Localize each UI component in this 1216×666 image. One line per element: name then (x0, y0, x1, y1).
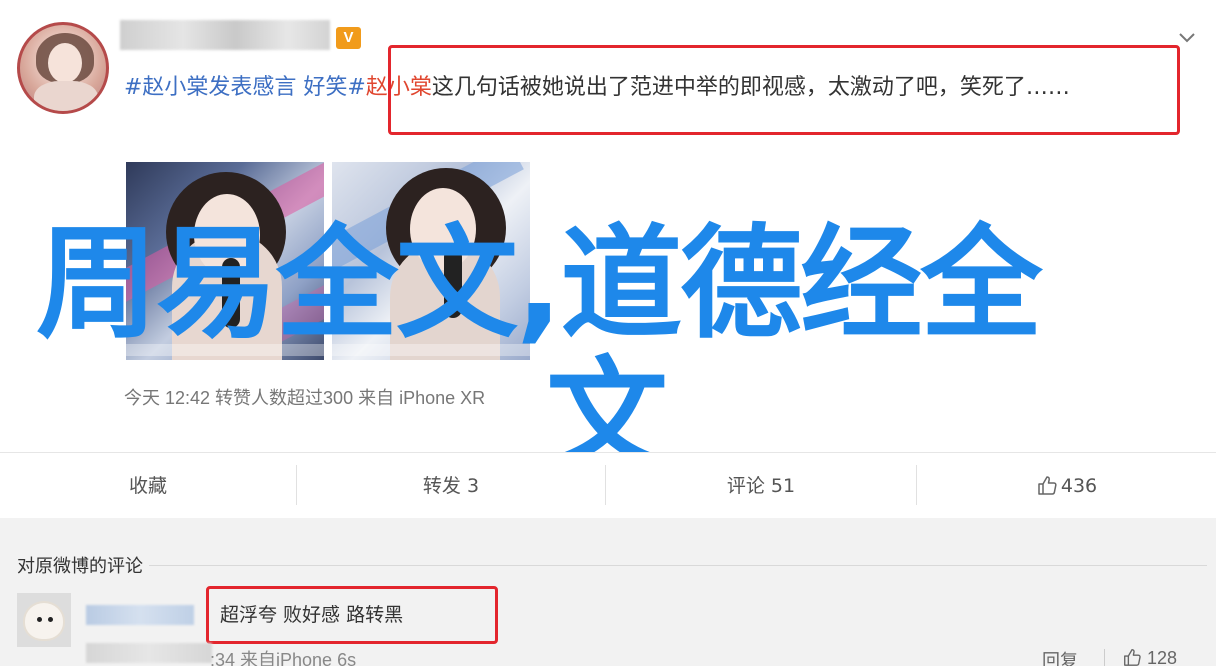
divider (1104, 649, 1105, 666)
post-highlight-box (388, 45, 1180, 135)
thumbs-up-icon (1036, 457, 1058, 495)
avatar-face (48, 43, 82, 83)
overlay-title-line1: 周易全文,道德经全 (36, 213, 1042, 355)
comment-highlight-box (206, 586, 498, 644)
comment-time: :34 来自iPhone 6s (210, 650, 357, 666)
comment-like-count: 128 (1147, 648, 1178, 666)
topic-link[interactable]: #赵小棠发表感言 好笑# (124, 75, 366, 100)
dog-eye (48, 617, 53, 622)
like-count: 436 (1060, 475, 1098, 497)
repost-button[interactable]: 转发 3 (297, 453, 605, 519)
thumbs-up-icon (1122, 648, 1142, 666)
like-button[interactable]: 436 (917, 453, 1216, 519)
comments-section: 对原微博的评论 超浮夸 败好感 路转黑 :34 来自iPhone 6s 回复 1… (0, 518, 1216, 666)
commenter-avatar[interactable] (17, 593, 71, 647)
overlay-title: 周易全文,道德经全 文 (36, 218, 1126, 482)
chevron-down-icon[interactable] (1176, 26, 1198, 48)
favorite-button[interactable]: 收藏 (0, 453, 296, 519)
comments-divider (17, 565, 1207, 566)
dog-eye (37, 617, 42, 622)
comment-time-redacted (86, 643, 212, 663)
reply-button[interactable]: 回复 (1042, 647, 1078, 666)
commenter-name-redacted[interactable] (86, 605, 194, 625)
action-bar: 收藏 转发 3 评论 51 436 (0, 452, 1216, 518)
comment-like-button[interactable]: 128 (1122, 647, 1177, 666)
comment-button[interactable]: 评论 51 (606, 453, 916, 519)
comments-title: 对原微博的评论 (17, 552, 149, 578)
dog-avatar-graphic (25, 603, 63, 639)
avatar-body (34, 81, 98, 111)
username-redacted[interactable] (120, 20, 330, 50)
vip-badge: V (336, 27, 361, 49)
user-avatar[interactable] (17, 22, 109, 114)
